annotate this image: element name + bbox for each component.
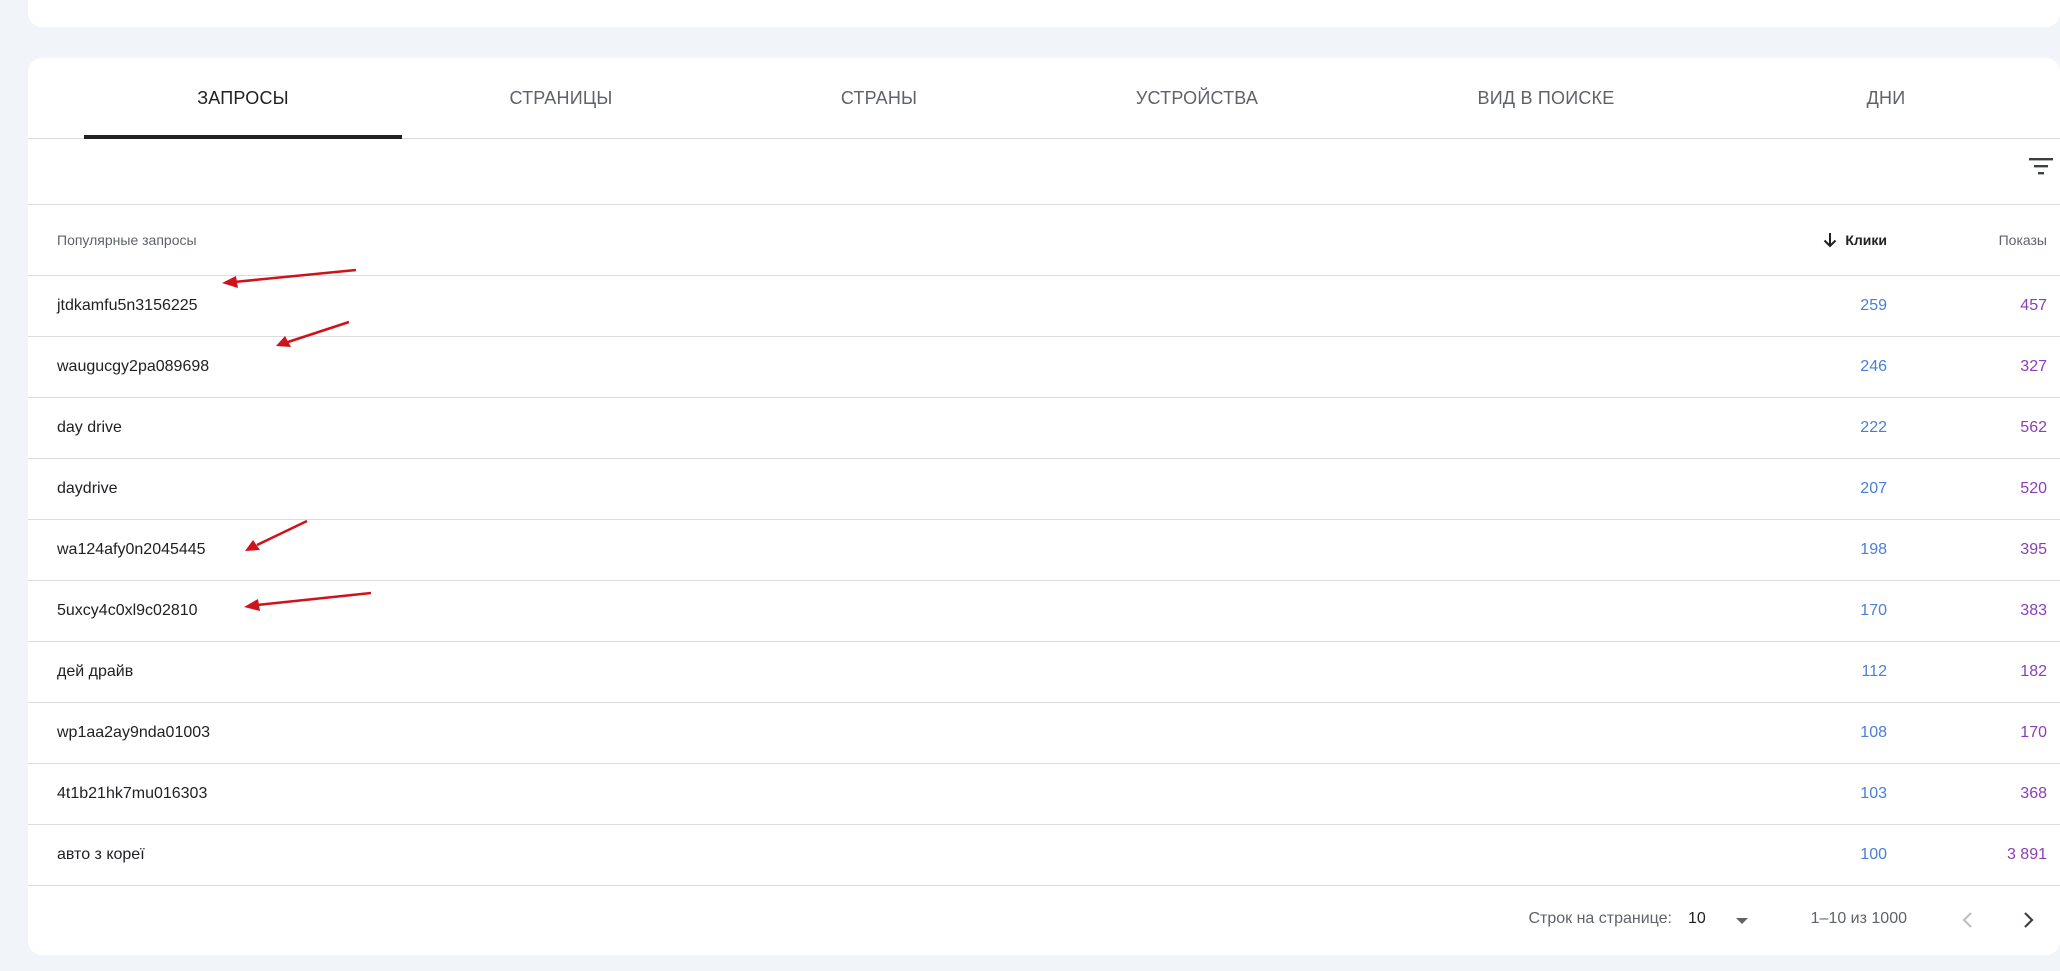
impressions-cell: 383 (2020, 602, 2047, 619)
clicks-cell: 108 (1860, 724, 1887, 741)
query-cell: 4t1b21hk7mu016303 (57, 785, 208, 802)
header-queries: Популярные запросы (57, 232, 197, 248)
dropdown-arrow-icon (1736, 918, 1748, 924)
table-row[interactable]: wp1aa2ay9nda01003 108 170 (28, 703, 2060, 764)
table-row[interactable]: авто з кореї 100 3 891 (28, 825, 2060, 886)
next-page-button[interactable] (2012, 904, 2044, 936)
chevron-left-icon (1962, 912, 1972, 928)
clicks-cell: 100 (1860, 846, 1887, 863)
tab-bar: ЗАПРОСЫ СТРАНИЦЫ СТРАНЫ УСТРОЙСТВА ВИД В… (28, 58, 2060, 139)
clicks-cell: 222 (1860, 419, 1887, 436)
impressions-cell: 457 (2020, 297, 2047, 314)
table-row[interactable]: waugucgy2pa089698 246 327 (28, 337, 2060, 398)
filter-icon (2029, 158, 2053, 175)
header-clicks[interactable]: Клики (1823, 232, 1887, 248)
header-impressions[interactable]: Показы (1999, 232, 2047, 248)
chevron-right-icon (2024, 912, 2034, 928)
impressions-cell: 170 (2020, 724, 2047, 741)
clicks-cell: 207 (1860, 480, 1887, 497)
query-cell: jtdkamfu5n3156225 (57, 297, 198, 314)
tab-queries[interactable]: ЗАПРОСЫ (84, 58, 402, 139)
rows-per-page-select[interactable]: 10 (1688, 902, 1750, 938)
tab-pages[interactable]: СТРАНИЦЫ (402, 58, 720, 138)
impressions-cell: 182 (2020, 663, 2047, 680)
tab-days[interactable]: ДНИ (1736, 58, 2036, 138)
table-row[interactable]: jtdkamfu5n3156225 259 457 (28, 276, 2060, 337)
table-row[interactable]: daydrive 207 520 (28, 459, 2060, 520)
pagination: Строк на странице: 10 1–10 из 1000 (28, 886, 2060, 955)
header-clicks-label: Клики (1845, 232, 1887, 248)
performance-table-card: ЗАПРОСЫ СТРАНИЦЫ СТРАНЫ УСТРОЙСТВА ВИД В… (28, 58, 2060, 955)
query-cell: day drive (57, 419, 122, 436)
impressions-cell: 562 (2020, 419, 2047, 436)
clicks-cell: 259 (1860, 297, 1887, 314)
query-cell: wa124afy0n2045445 (57, 541, 206, 558)
clicks-cell: 246 (1860, 358, 1887, 375)
filter-button[interactable] (2028, 155, 2060, 187)
table-header: Популярные запросы Клики Показы (28, 205, 2060, 276)
query-cell: waugucgy2pa089698 (57, 358, 210, 375)
table-row[interactable]: wa124afy0n2045445 198 395 (28, 520, 2060, 581)
query-cell: daydrive (57, 480, 118, 497)
impressions-cell: 3 891 (2006, 846, 2047, 863)
table-row[interactable]: дей драйв 112 182 (28, 642, 2060, 703)
table-body: jtdkamfu5n3156225 259 457 waugucgy2pa089… (28, 276, 2060, 886)
top-card (28, 0, 2060, 27)
previous-page-button[interactable] (1952, 904, 1984, 936)
tab-countries[interactable]: СТРАНЫ (720, 58, 1038, 138)
impressions-cell: 520 (2020, 480, 2047, 497)
clicks-cell: 103 (1860, 785, 1887, 802)
rows-per-page-value: 10 (1688, 910, 1706, 927)
query-cell: авто з кореї (57, 846, 145, 863)
clicks-cell: 170 (1860, 602, 1887, 619)
clicks-cell: 198 (1860, 541, 1887, 558)
query-cell: дей драйв (57, 663, 134, 680)
arrow-down-icon (1824, 233, 1837, 248)
tab-search-appearance[interactable]: ВИД В ПОИСКЕ (1356, 58, 1736, 138)
rows-per-page-label: Строк на странице: (1528, 910, 1672, 927)
tab-devices[interactable]: УСТРОЙСТВА (1038, 58, 1356, 138)
filter-bar (28, 139, 2060, 205)
query-cell: wp1aa2ay9nda01003 (57, 724, 211, 741)
impressions-cell: 327 (2020, 358, 2047, 375)
table-row[interactable]: 4t1b21hk7mu016303 103 368 (28, 764, 2060, 825)
table-row[interactable]: day drive 222 562 (28, 398, 2060, 459)
page-range: 1–10 из 1000 (1810, 910, 1907, 927)
query-cell: 5uxcy4c0xl9c02810 (57, 602, 198, 619)
impressions-cell: 395 (2020, 541, 2047, 558)
clicks-cell: 112 (1861, 663, 1887, 680)
impressions-cell: 368 (2020, 785, 2047, 802)
table-row[interactable]: 5uxcy4c0xl9c02810 170 383 (28, 581, 2060, 642)
